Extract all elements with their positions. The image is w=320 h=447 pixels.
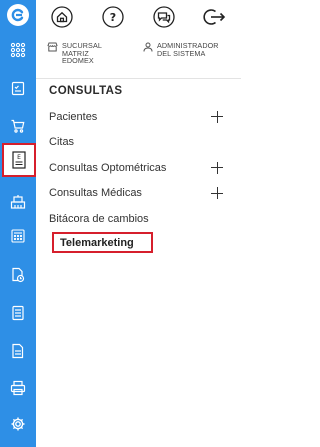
eye-chart-icon[interactable]: E (2, 143, 36, 177)
settings-icon[interactable] (0, 406, 36, 442)
section-title: CONSULTAS (49, 85, 123, 97)
expand-plus-icon[interactable] (211, 110, 223, 123)
menu-item-label: Consultas Optométricas (49, 161, 167, 174)
app: E ? SUCURSAL MATRIZ EDOMEX ADMINISTRADOR… (0, 0, 241, 447)
session-info: SUCURSAL MATRIZ EDOMEX ADMINISTRADOR DEL… (36, 36, 241, 74)
menu-item-consultas-optometricas[interactable]: Consultas Optométricas (36, 155, 241, 181)
logo-icon[interactable] (0, 0, 36, 30)
role-label: ADMINISTRADOR DEL SISTEMA (157, 42, 219, 57)
store-icon (47, 42, 58, 52)
menu-item-label: Telemarketing (60, 236, 134, 249)
role-line-2: DEL SISTEMA (157, 48, 206, 58)
svg-text:?: ? (110, 11, 116, 24)
svg-text:E: E (17, 154, 21, 161)
branch-label: SUCURSAL MATRIZ EDOMEX (62, 42, 102, 65)
branch-info: SUCURSAL MATRIZ EDOMEX (47, 42, 102, 65)
left-rail: E (0, 0, 36, 447)
branch-line-3: EDOMEX (62, 56, 94, 66)
menu-item-citas[interactable]: Citas (36, 130, 241, 156)
user-info: ADMINISTRADOR DEL SISTEMA (143, 42, 219, 57)
menu-item-label: Consultas Médicas (49, 187, 142, 200)
apps-grid-icon[interactable] (0, 32, 36, 68)
calculator-icon[interactable] (0, 218, 36, 254)
divider (36, 78, 241, 79)
menu-item-pacientes[interactable]: Pacientes (36, 104, 241, 130)
menu-item-label: Citas (49, 136, 75, 149)
clipboard-check-icon[interactable] (0, 70, 36, 106)
logout-icon[interactable] (202, 5, 226, 29)
menu-item-label: Pacientes (49, 110, 98, 123)
cart-icon[interactable] (0, 108, 36, 144)
menu-item-consultas-medicas[interactable]: Consultas Médicas (36, 181, 241, 207)
top-bar: ? (36, 0, 241, 36)
building-icon[interactable] (0, 184, 36, 220)
document-list-icon[interactable] (0, 295, 36, 331)
menu-item-bitacora[interactable]: Bitácora de cambios (36, 206, 241, 232)
user-icon (143, 42, 153, 52)
home-icon[interactable] (50, 5, 74, 29)
document-icon[interactable] (0, 333, 36, 369)
expand-plus-icon[interactable] (211, 161, 223, 174)
menu-item-telemarketing[interactable]: Telemarketing (52, 232, 153, 253)
expand-plus-icon[interactable] (211, 187, 223, 200)
printer-icon[interactable] (0, 370, 36, 406)
chat-icon[interactable] (152, 5, 176, 29)
menu-item-label: Bitácora de cambios (49, 212, 149, 225)
help-icon[interactable]: ? (101, 5, 125, 29)
document-clock-icon[interactable] (0, 257, 36, 293)
consultas-menu: Pacientes Citas Consultas Optométricas C… (36, 104, 241, 232)
